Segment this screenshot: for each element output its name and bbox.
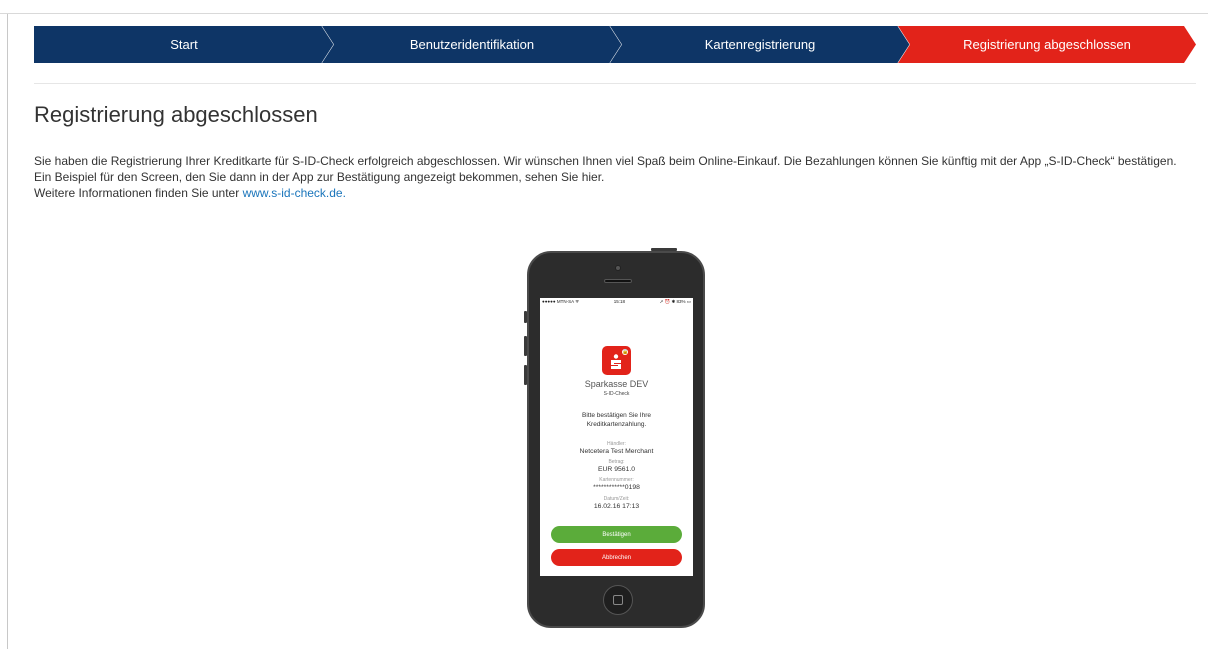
- step-benutzeridentifikation: Benutzeridentifikation: [322, 26, 622, 63]
- step-registrierung-abgeschlossen: Registrierung abgeschlossen: [898, 26, 1196, 63]
- merchant-value: Netcetera Test Merchant: [579, 448, 654, 455]
- status-time: 15:18: [613, 299, 626, 304]
- datetime-label: Datum/Zeit:: [603, 496, 630, 502]
- sparkasse-logo-icon: 🔒: [602, 346, 631, 375]
- merchant-label: Händler:: [607, 441, 626, 447]
- status-indicators: ➚ ⏰ ✱ 83% ▭: [659, 299, 691, 304]
- page-title: Registrierung abgeschlossen: [34, 102, 318, 127]
- phone-volume-up: [524, 336, 527, 356]
- phone-volume-down: [524, 365, 527, 385]
- step-start-label: Start: [170, 37, 198, 52]
- confirmation-paragraph: Sie haben die Registrierung Ihrer Kredit…: [34, 154, 1177, 184]
- step-start: Start: [34, 26, 334, 63]
- sparkasse-s-icon: [611, 354, 621, 369]
- amount-label: Betrag:: [608, 459, 625, 465]
- phone-status-bar: ●●●●● MTN-SA ᯤ 15:18 ➚ ⏰ ✱ 83% ▭: [540, 298, 693, 307]
- phone-mute-switch: [524, 311, 527, 323]
- step-registrierung-abgeschlossen-label: Registrierung abgeschlossen: [963, 37, 1131, 52]
- card-number-value: ************0198: [593, 484, 640, 491]
- app-name: S-ID-Check: [603, 391, 630, 397]
- phone-mockup: ●●●●● MTN-SA ᯤ 15:18 ➚ ⏰ ✱ 83% ▭ 🔒 Spark…: [524, 248, 705, 628]
- confirmation-prompt: Bitte bestätigen Sie Ihre Kreditkartenza…: [540, 411, 693, 429]
- prompt-line-2: Kreditkartenzahlung.: [586, 421, 647, 428]
- home-button[interactable]: [603, 585, 633, 615]
- confirmation-text: Sie haben die Registrierung Ihrer Kredit…: [34, 153, 1196, 201]
- home-button-square-icon: [613, 595, 623, 605]
- carrier-signal: ●●●●● MTN-SA ᯤ: [542, 299, 580, 304]
- step-kartenregistrierung: Kartenregistrierung: [610, 26, 910, 63]
- datetime-value: 16.02.16 17:13: [593, 503, 640, 510]
- step-kartenregistrierung-label: Kartenregistrierung: [704, 37, 816, 52]
- window-top-border: [0, 0, 1208, 14]
- lock-icon: 🔒: [622, 349, 629, 355]
- cancel-button[interactable]: Abbrechen: [551, 549, 682, 566]
- bank-name: Sparkasse DEV: [584, 379, 649, 389]
- step-benutzeridentifikation-label: Benutzeridentifikation: [409, 37, 535, 52]
- phone-power-button: [651, 248, 677, 251]
- more-info-line: Weitere Informationen finden Sie unter w…: [34, 185, 1196, 201]
- confirm-button[interactable]: Bestätigen: [551, 526, 682, 543]
- prompt-line-1: Bitte bestätigen Sie Ihre: [581, 412, 651, 419]
- card-number-label: Kartennummer:: [599, 477, 634, 483]
- phone-screen: ●●●●● MTN-SA ᯤ 15:18 ➚ ⏰ ✱ 83% ▭ 🔒 Spark…: [540, 298, 693, 576]
- registration-stepper: Start Benutzeridentifikation Kartenregis…: [34, 26, 1196, 63]
- amount-value: EUR 9561.0: [597, 466, 636, 473]
- more-info-prefix: Weitere Informationen finden Sie unter: [34, 186, 243, 200]
- speaker-grille: [604, 279, 632, 283]
- camera-icon: [615, 265, 621, 271]
- s-id-check-link[interactable]: www.s-id-check.de.: [243, 186, 346, 200]
- divider: [34, 83, 1196, 84]
- window-left-border: [7, 14, 8, 649]
